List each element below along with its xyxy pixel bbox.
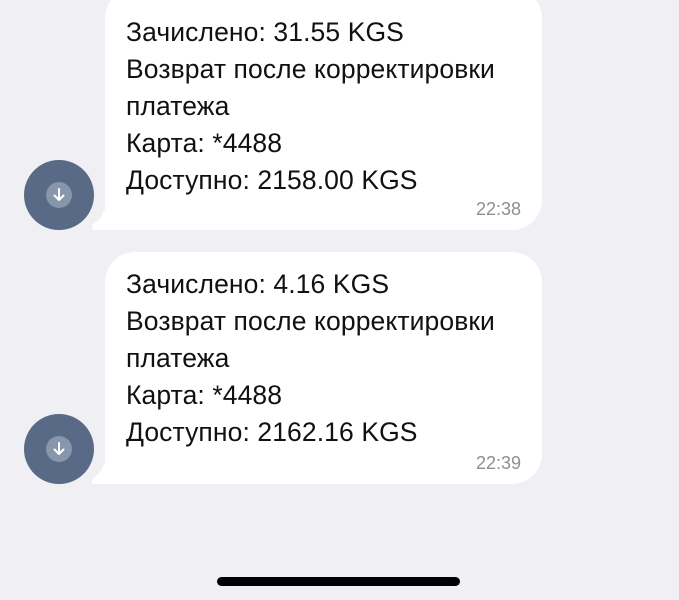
available-balance: Доступно: 2162.16 KGS bbox=[126, 417, 418, 447]
message-description: Возврат после корректировки bbox=[126, 54, 495, 84]
avatar[interactable] bbox=[24, 414, 94, 484]
message-time: 22:39 bbox=[475, 453, 521, 473]
message-item[interactable]: Зачислено: 31.55 KGS Возврат после корре… bbox=[0, 0, 679, 230]
message-description: Возврат после корректировки bbox=[126, 306, 495, 336]
arrow-down-icon bbox=[46, 436, 72, 462]
available-balance: Доступно: 2158.00 KGS bbox=[126, 165, 418, 195]
message-description-cont: платежа bbox=[126, 91, 230, 121]
credited-amount: Зачислено: 31.55 KGS bbox=[126, 17, 404, 47]
arrow-down-icon bbox=[46, 182, 72, 208]
avatar[interactable] bbox=[24, 160, 94, 230]
home-indicator[interactable] bbox=[217, 577, 460, 586]
card-number: Карта: *4488 bbox=[126, 128, 283, 158]
message-bubble[interactable]: Зачислено: 31.55 KGS Возврат после корре… bbox=[105, 0, 542, 230]
message-description-cont: платежа bbox=[126, 343, 230, 373]
credited-amount: Зачислено: 4.16 KGS bbox=[126, 269, 390, 299]
message-item[interactable]: Зачислено: 4.16 KGS Возврат после коррек… bbox=[0, 252, 679, 484]
card-number: Карта: *4488 bbox=[126, 380, 283, 410]
message-bubble[interactable]: Зачислено: 4.16 KGS Возврат после коррек… bbox=[105, 252, 542, 484]
message-time: 22:38 bbox=[475, 199, 521, 219]
